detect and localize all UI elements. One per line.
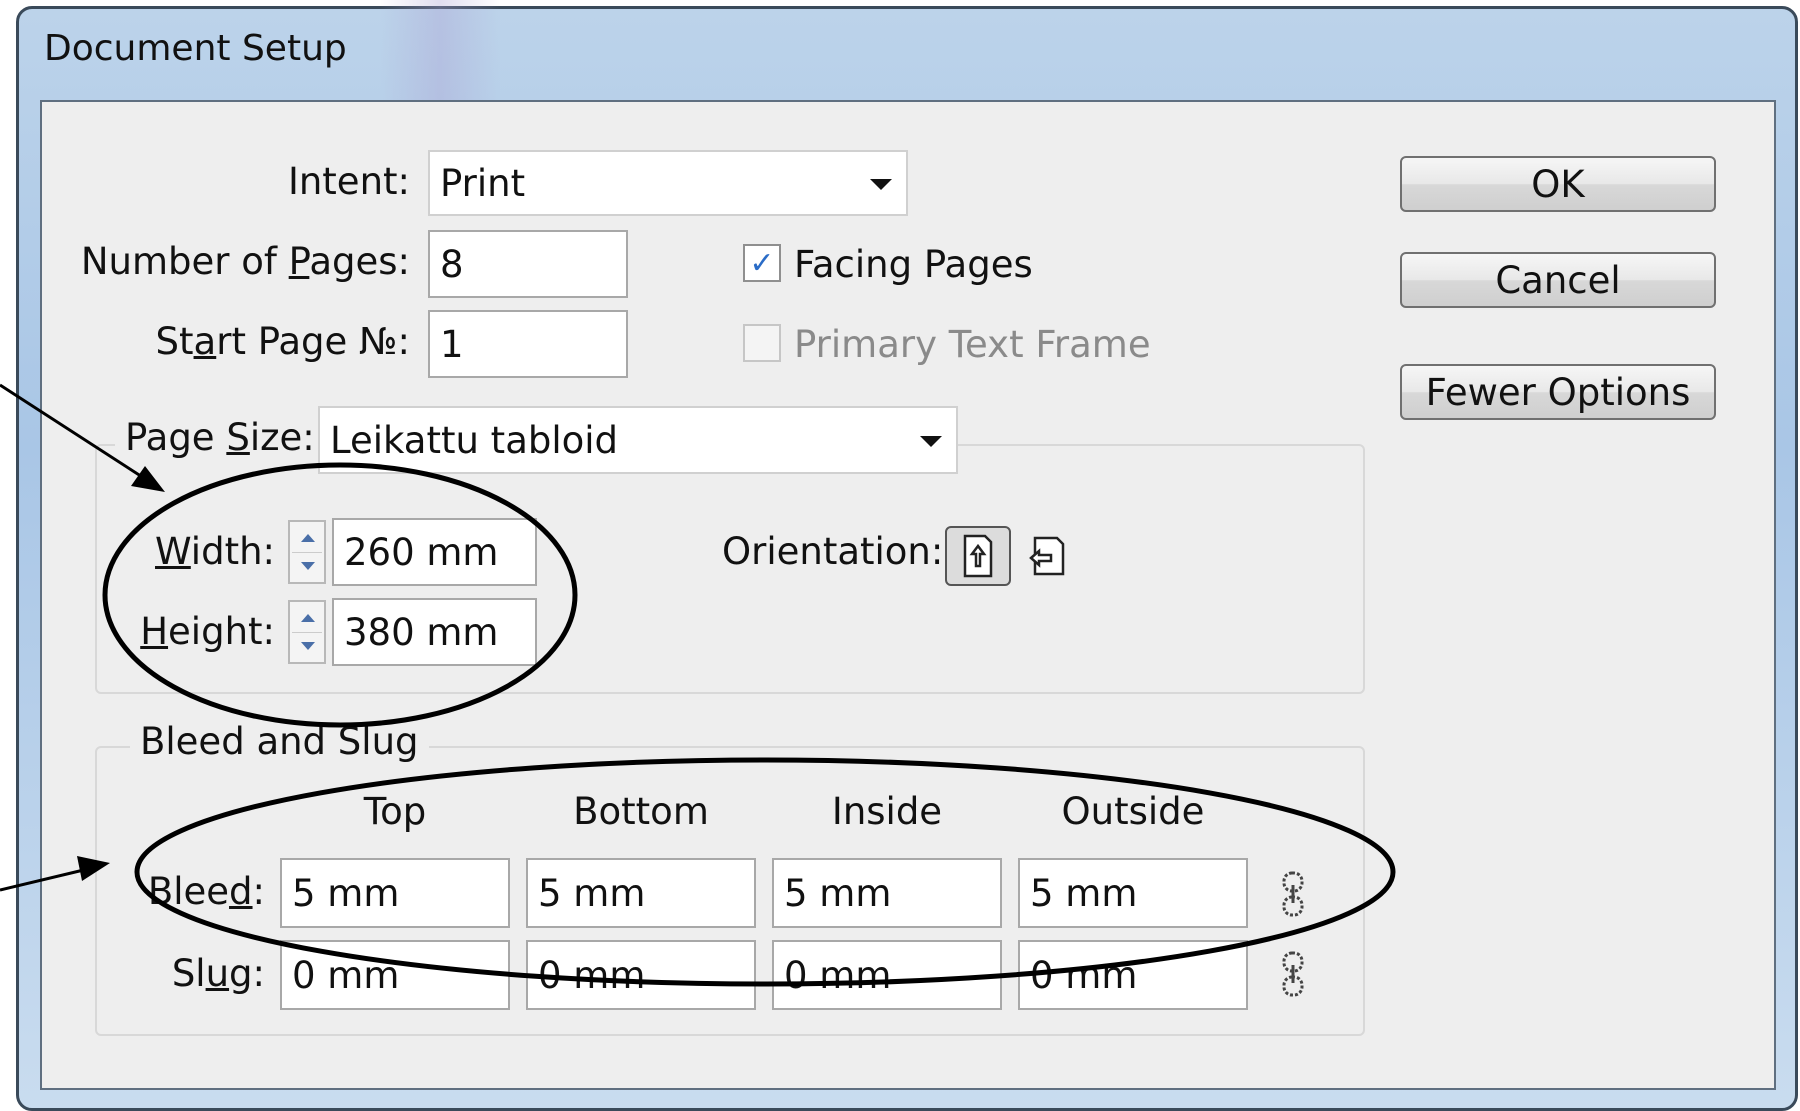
portrait-icon	[963, 534, 993, 578]
width-input[interactable]: 260 mm	[332, 518, 537, 586]
slug-bottom-value: 0 mm	[538, 953, 646, 997]
chain-link-icon	[1282, 951, 1304, 997]
landscape-orientation-button[interactable]	[1016, 526, 1082, 586]
width-label: Width:	[155, 530, 275, 573]
column-outside: Outside	[1061, 790, 1205, 833]
page-size-value: Leikattu tabloid	[330, 418, 619, 462]
bleed-link-icon[interactable]	[1272, 866, 1314, 922]
bleed-slug-title: Bleed and Slug	[130, 720, 429, 763]
chevron-down-icon	[920, 436, 942, 447]
arrow-down-icon[interactable]	[301, 562, 315, 570]
page-size-label: Page Size:	[115, 416, 325, 459]
pages-value: 8	[440, 242, 464, 286]
arrow-up-icon[interactable]	[301, 614, 315, 622]
facing-pages-label: Facing Pages	[794, 243, 1033, 286]
bleed-outside-value: 5 mm	[1030, 871, 1138, 915]
primary-text-frame-checkbox[interactable]	[743, 324, 781, 362]
page-size-dropdown[interactable]: Leikattu tabloid	[318, 406, 958, 474]
bleed-top-value: 5 mm	[292, 871, 400, 915]
height-label: Height:	[140, 610, 275, 653]
slug-outside-value: 0 mm	[1030, 953, 1138, 997]
window-title: Document Setup	[44, 28, 347, 69]
stepper-divider	[292, 632, 322, 633]
chain-link-icon	[1282, 871, 1304, 917]
stepper-divider	[292, 552, 322, 553]
chevron-down-icon	[870, 179, 892, 190]
primary-text-frame-label: Primary Text Frame	[794, 323, 1151, 366]
start-page-input[interactable]: 1	[428, 310, 628, 378]
bleed-inside-input[interactable]: 5 mm	[772, 858, 1002, 928]
bleed-bottom-input[interactable]: 5 mm	[526, 858, 756, 928]
bleed-bottom-value: 5 mm	[538, 871, 646, 915]
intent-label: Intent:	[287, 160, 410, 203]
facing-pages-checkbox[interactable]: ✓	[743, 244, 781, 282]
slug-inside-input[interactable]: 0 mm	[772, 940, 1002, 1010]
bleed-label: Bleed:	[147, 870, 265, 913]
bleed-top-input[interactable]: 5 mm	[280, 858, 510, 928]
bleed-outside-input[interactable]: 5 mm	[1018, 858, 1248, 928]
height-input[interactable]: 380 mm	[332, 598, 537, 666]
intent-value: Print	[440, 161, 526, 205]
orientation-label: Orientation:	[722, 530, 944, 573]
slug-link-icon[interactable]	[1272, 946, 1314, 1002]
slug-top-value: 0 mm	[292, 953, 400, 997]
start-page-label: Start Page №:	[155, 320, 410, 363]
slug-inside-value: 0 mm	[784, 953, 892, 997]
checkmark-icon: ✓	[749, 245, 775, 281]
slug-label: Slug:	[171, 952, 265, 995]
arrow-up-icon[interactable]	[301, 534, 315, 542]
cancel-button[interactable]: Cancel	[1400, 252, 1716, 308]
slug-bottom-input[interactable]: 0 mm	[526, 940, 756, 1010]
column-inside: Inside	[831, 790, 943, 833]
ok-button[interactable]: OK	[1400, 156, 1716, 212]
fewer-options-button[interactable]: Fewer Options	[1400, 364, 1716, 420]
arrow-down-icon[interactable]	[301, 642, 315, 650]
width-stepper[interactable]	[288, 520, 326, 584]
start-page-value: 1	[440, 322, 464, 366]
pages-input[interactable]: 8	[428, 230, 628, 298]
width-value: 260 mm	[344, 530, 499, 574]
slug-top-input[interactable]: 0 mm	[280, 940, 510, 1010]
bleed-inside-value: 5 mm	[784, 871, 892, 915]
portrait-orientation-button[interactable]	[945, 526, 1011, 586]
intent-dropdown[interactable]: Print	[428, 150, 908, 216]
landscape-icon	[1029, 536, 1065, 576]
height-value: 380 mm	[344, 610, 499, 654]
column-bottom: Bottom	[573, 790, 709, 833]
slug-outside-input[interactable]: 0 mm	[1018, 940, 1248, 1010]
column-top: Top	[363, 790, 427, 833]
pages-label: Number of Pages:	[80, 240, 410, 283]
height-stepper[interactable]	[288, 600, 326, 664]
